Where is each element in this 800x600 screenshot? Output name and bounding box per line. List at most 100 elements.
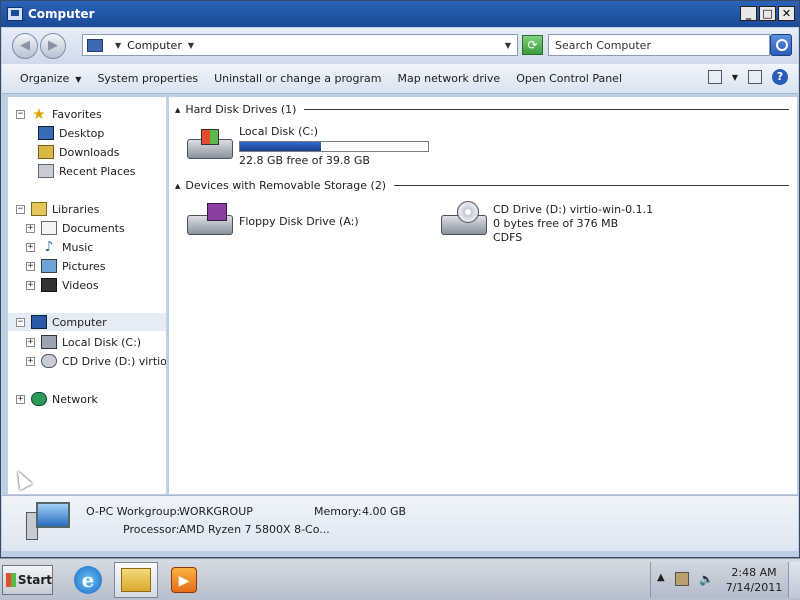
sidebar-item-label: Computer bbox=[52, 315, 107, 329]
collapse-group-icon[interactable]: ▲ bbox=[175, 182, 180, 190]
change-view-icon[interactable] bbox=[707, 70, 722, 84]
sidebar-item-libraries[interactable]: − Libraries bbox=[16, 200, 100, 218]
close-button[interactable]: ✕ bbox=[778, 6, 795, 21]
recent-places-icon bbox=[38, 164, 54, 178]
drive-floppy[interactable]: Floppy Disk Drive (A:) bbox=[185, 201, 359, 241]
map-network-drive-button[interactable]: Map network drive bbox=[389, 72, 508, 85]
disk-usage-fill bbox=[240, 142, 321, 151]
processor-value: AMD Ryzen 7 5800X 8-Co... bbox=[179, 523, 330, 536]
sidebar-item-label: Local Disk (C:) bbox=[62, 335, 142, 349]
drive-name: Local Disk (C:) bbox=[239, 125, 319, 138]
search-input[interactable]: Search Computer bbox=[548, 34, 770, 56]
local-disk-icon bbox=[185, 125, 235, 165]
show-desktop-button[interactable] bbox=[788, 562, 800, 598]
command-bar: Organize ▼ System properties Uninstall or… bbox=[2, 64, 798, 94]
memory-value: 4.00 GB bbox=[362, 505, 407, 518]
group-header-removable-storage[interactable]: ▲ Devices with Removable Storage (2) bbox=[175, 179, 789, 192]
explorer-window: Computer _ □ ✕ ◀ ▶ ▼ Computer ▼ ▼ ⟳ Sear… bbox=[0, 0, 800, 558]
sidebar-item-label: Desktop bbox=[59, 126, 105, 140]
drive-free-space: 0 bytes free of 376 MB bbox=[493, 217, 619, 230]
group-title: Hard Disk Drives (1) bbox=[185, 103, 297, 116]
expand-icon[interactable]: + bbox=[16, 394, 25, 404]
expand-icon[interactable]: + bbox=[26, 356, 35, 366]
action-center-icon[interactable] bbox=[675, 572, 689, 586]
expand-icon[interactable]: + bbox=[26, 280, 35, 290]
sidebar-item-pictures[interactable]: + Pictures bbox=[26, 257, 106, 275]
libraries-icon bbox=[31, 202, 47, 216]
sidebar-item-label: Downloads bbox=[59, 145, 120, 159]
taskbar-internet-explorer[interactable]: e bbox=[66, 562, 110, 598]
volume-muted-icon[interactable]: 🔈 bbox=[699, 572, 714, 586]
sidebar-item-desktop[interactable]: Desktop bbox=[38, 124, 104, 142]
computer-icon bbox=[31, 315, 47, 329]
group-divider bbox=[394, 185, 789, 186]
sidebar-item-favorites[interactable]: − ★ Favorites bbox=[16, 105, 102, 123]
preview-pane-icon[interactable] bbox=[748, 70, 762, 84]
sidebar-item-videos[interactable]: + Videos bbox=[26, 276, 99, 294]
sidebar-item-cd-drive[interactable]: + CD Drive (D:) virtio-win bbox=[26, 352, 166, 370]
sidebar-item-label: Pictures bbox=[62, 259, 106, 273]
refresh-button[interactable]: ⟳ bbox=[522, 35, 543, 55]
address-dropdown-icon[interactable]: ▼ bbox=[505, 41, 511, 50]
back-button[interactable]: ◀ bbox=[12, 33, 38, 59]
sidebar-item-label: Network bbox=[52, 392, 98, 406]
show-hidden-icons-icon[interactable]: ▲ bbox=[657, 572, 665, 583]
collapse-group-icon[interactable]: ▲ bbox=[175, 106, 180, 114]
start-button[interactable]: Start bbox=[2, 565, 53, 595]
group-header-hard-disk-drives[interactable]: ▲ Hard Disk Drives (1) bbox=[175, 103, 789, 116]
taskbar-windows-explorer[interactable] bbox=[114, 562, 158, 598]
computer-icon bbox=[87, 38, 103, 52]
drive-local-disk[interactable]: Local Disk (C:) 22.8 GB free of 39.8 GB bbox=[185, 125, 429, 168]
title-bar[interactable]: Computer _ □ ✕ bbox=[1, 1, 799, 27]
details-pane: O-PC Workgroup: WORKGROUP Memory: 4.00 G… bbox=[2, 495, 798, 551]
sidebar-item-documents[interactable]: + Documents bbox=[26, 219, 125, 237]
taskbar-media-player[interactable]: ▶ bbox=[162, 562, 206, 598]
sidebar-item-computer[interactable]: − Computer bbox=[8, 313, 166, 331]
system-tray: ▲ 🔈 2:48 AM 7/14/2011 bbox=[650, 562, 800, 598]
breadcrumb-arrow-icon[interactable]: ▼ bbox=[115, 41, 121, 50]
search-icon[interactable] bbox=[770, 34, 792, 56]
sidebar-item-network[interactable]: + Network bbox=[16, 390, 98, 408]
sidebar-item-label: Videos bbox=[62, 278, 99, 292]
sidebar-item-local-disk[interactable]: + Local Disk (C:) bbox=[26, 333, 141, 351]
floppy-drive-icon bbox=[185, 201, 235, 241]
window-title: Computer bbox=[28, 7, 95, 21]
help-icon[interactable]: ? bbox=[772, 69, 788, 85]
sidebar-item-music[interactable]: + ♪ Music bbox=[26, 238, 93, 256]
system-properties-button[interactable]: System properties bbox=[89, 72, 206, 85]
drive-cd[interactable]: CD Drive (D:) virtio-win-0.1.1 0 bytes f… bbox=[439, 201, 653, 245]
clock-date: 7/14/2011 bbox=[725, 581, 783, 594]
expand-icon[interactable]: + bbox=[26, 223, 35, 233]
minimize-button[interactable]: _ bbox=[740, 6, 757, 21]
hard-drive-icon bbox=[41, 335, 57, 349]
forward-button[interactable]: ▶ bbox=[40, 33, 66, 59]
expand-icon[interactable]: + bbox=[26, 242, 35, 252]
open-control-panel-button[interactable]: Open Control Panel bbox=[508, 72, 630, 85]
sidebar-item-downloads[interactable]: Downloads bbox=[38, 143, 119, 161]
processor-label: Processor: bbox=[123, 523, 180, 536]
drive-name: CD Drive (D:) virtio-win-0.1.1 bbox=[493, 203, 654, 216]
clock-time: 2:48 AM bbox=[731, 566, 777, 579]
collapse-icon[interactable]: − bbox=[16, 317, 25, 327]
organize-menu[interactable]: Organize ▼ bbox=[2, 72, 89, 85]
computer-icon bbox=[26, 500, 74, 540]
sidebar-item-label: Documents bbox=[62, 221, 125, 235]
sidebar-item-recent-places[interactable]: Recent Places bbox=[38, 162, 136, 180]
uninstall-program-button[interactable]: Uninstall or change a program bbox=[206, 72, 389, 85]
expand-icon[interactable]: + bbox=[26, 337, 35, 347]
maximize-button[interactable]: □ bbox=[759, 6, 776, 21]
network-icon bbox=[31, 392, 47, 406]
clock[interactable]: 2:48 AM 7/14/2011 bbox=[725, 565, 783, 595]
sidebar-item-label: Music bbox=[62, 240, 94, 254]
collapse-icon[interactable]: − bbox=[16, 109, 25, 119]
breadcrumb-computer[interactable]: Computer bbox=[127, 39, 182, 52]
breadcrumb-arrow-icon[interactable]: ▼ bbox=[188, 41, 194, 50]
collapse-icon[interactable]: − bbox=[16, 204, 25, 214]
expand-icon[interactable]: + bbox=[26, 261, 35, 271]
address-box[interactable]: ▼ Computer ▼ ▼ bbox=[82, 34, 518, 56]
workgroup-value: WORKGROUP bbox=[179, 505, 253, 518]
view-dropdown-icon[interactable]: ▼ bbox=[732, 73, 738, 82]
cd-drive-icon bbox=[439, 201, 489, 241]
desktop-icon bbox=[38, 126, 54, 140]
address-bar-row: ◀ ▶ ▼ Computer ▼ ▼ ⟳ Search Computer bbox=[2, 28, 798, 64]
